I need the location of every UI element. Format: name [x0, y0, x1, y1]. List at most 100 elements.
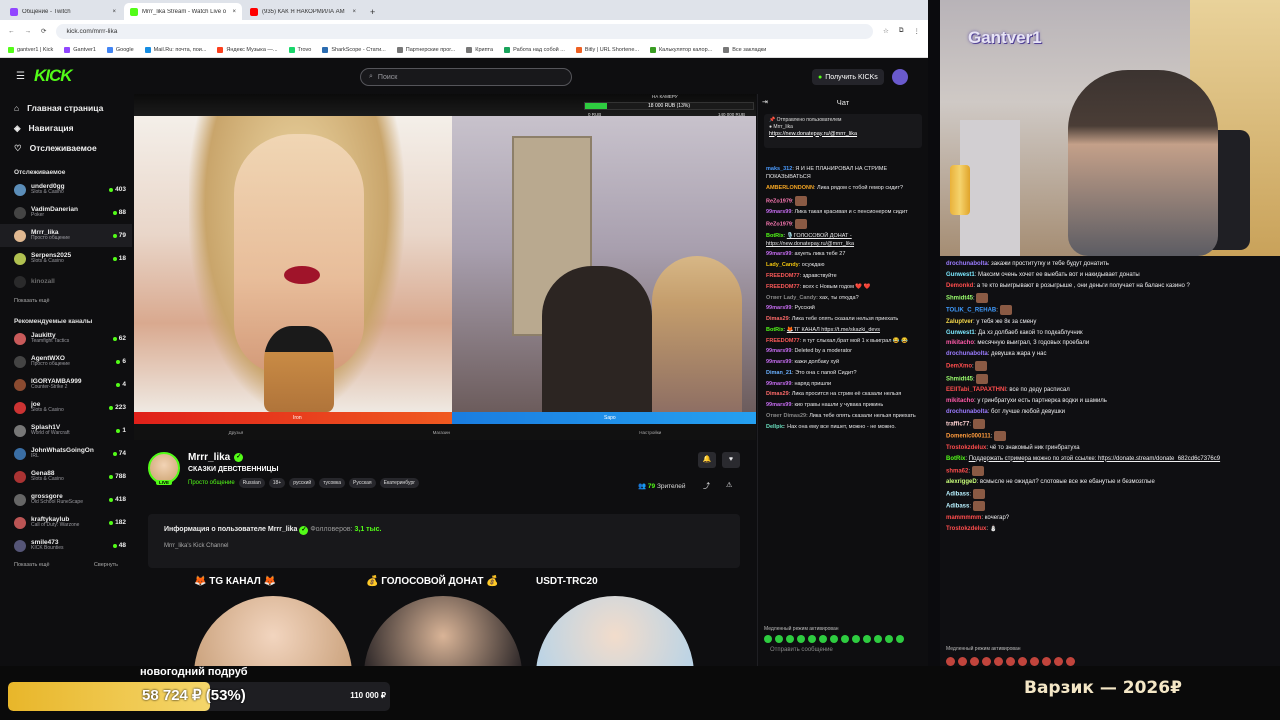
emote-icon[interactable]: [874, 635, 882, 643]
chat-input[interactable]: Отправить сообщение: [764, 647, 923, 657]
bell-icon[interactable]: 🔔: [698, 452, 716, 468]
sidebar-nav-item[interactable]: ♡ Отслеживаемое: [0, 138, 132, 158]
sidebar-nav-item[interactable]: ◈ Навигация: [0, 118, 132, 138]
bookmark-item[interactable]: Trovo: [288, 46, 311, 53]
emote-icon[interactable]: [786, 635, 794, 643]
stream-tag[interactable]: Екатеринбург: [379, 478, 420, 488]
bookmark-item[interactable]: Все закладки: [723, 46, 766, 53]
url-field[interactable]: kick.com/mrrr-lika: [56, 23, 874, 39]
browser-tab[interactable]: (935) КАК Я НАКОРМИЛА АМ ×: [244, 3, 362, 20]
bookmark-item[interactable]: Крипта: [466, 46, 493, 53]
twitch-username[interactable]: traffic77: [946, 421, 969, 427]
extensions-icon[interactable]: ⧉: [899, 27, 904, 35]
follow-heart-icon[interactable]: ♥: [722, 452, 740, 468]
twitch-username[interactable]: drochunabolta: [946, 351, 988, 357]
emote-icon[interactable]: [896, 635, 904, 643]
chat-username[interactable]: Ответ Lady_Candy: [766, 295, 816, 301]
hamburger-icon[interactable]: ☰: [16, 71, 25, 82]
chat-username[interactable]: ReZo1979: [766, 198, 792, 204]
bookmark-item[interactable]: SharkScope - Стати...: [322, 46, 386, 53]
chat-username[interactable]: Diman_21: [766, 370, 792, 376]
channel-item[interactable]: Mrrr_lika Просто общение 79: [0, 224, 132, 247]
twitch-username[interactable]: mikitacho: [946, 398, 974, 404]
twitch-username[interactable]: Adibass: [946, 504, 969, 510]
chat-username[interactable]: Dimas29: [766, 391, 789, 397]
new-tab-icon[interactable]: +: [370, 7, 375, 17]
streamer-name[interactable]: Mrrr_lika ✓: [188, 452, 244, 463]
chat-username[interactable]: Ответ Dimas29: [766, 413, 806, 419]
twitch-emote-icon[interactable]: [994, 657, 1003, 666]
star-icon[interactable]: ☆: [883, 27, 889, 35]
back-icon[interactable]: ←: [8, 28, 15, 35]
twitch-username[interactable]: BotRix: [946, 456, 965, 462]
get-kicks-button[interactable]: ● Получить KICKs: [812, 69, 884, 85]
chat-username[interactable]: 99mars99: [766, 209, 791, 215]
stream-tag[interactable]: тусовка: [319, 478, 346, 488]
channel-item[interactable]: JohnWhatsGoingOn IRL 74: [0, 442, 132, 465]
collapse-chat-icon[interactable]: ⇥: [762, 98, 768, 106]
twitch-username[interactable]: Trostokzdelux: [946, 526, 986, 532]
channel-item[interactable]: Serpens2025 Slots & Casino 18: [0, 247, 132, 270]
report-icon[interactable]: ⚠: [726, 481, 732, 489]
stream-tag[interactable]: Русская: [349, 478, 376, 488]
twitch-emote-icon[interactable]: [1018, 657, 1027, 666]
emote-icon[interactable]: [830, 635, 838, 643]
twitch-username[interactable]: shma62: [946, 468, 968, 474]
browser-tab[interactable]: Общение - Twitch ×: [4, 3, 122, 20]
twitch-emote-icon[interactable]: [946, 657, 955, 666]
twitch-username[interactable]: TOLIK_C_REHAB: [946, 308, 996, 314]
emote-icon[interactable]: [841, 635, 849, 643]
bookmark-item[interactable]: Яндекс Музыка —...: [217, 46, 278, 53]
stream-tag[interactable]: 18+: [268, 478, 286, 488]
twitch-username[interactable]: Shmidt45: [946, 376, 973, 382]
channel-item[interactable]: kraftykaylub Call of Duty: Warzone 182: [0, 511, 132, 534]
forward-icon[interactable]: →: [25, 28, 32, 35]
bookmark-item[interactable]: Mail.Ru: почта, пои...: [144, 46, 206, 53]
friends-button[interactable]: Друзья: [229, 430, 244, 435]
emote-icon[interactable]: [819, 635, 827, 643]
twitch-username[interactable]: Zaluptver: [946, 319, 973, 325]
twitch-username[interactable]: alexriggeD: [946, 479, 977, 485]
sidebar-nav-item[interactable]: ⌂ Главная страница: [0, 98, 132, 118]
twitch-username[interactable]: EEIITabi_TAPAXTHNI: [946, 387, 1006, 393]
chat-username[interactable]: maks_312: [766, 166, 792, 172]
twitch-emote-icon[interactable]: [1054, 657, 1063, 666]
panel-usdt-image[interactable]: [536, 596, 694, 666]
channel-item[interactable]: AgentWXO Просто общение 6: [0, 350, 132, 373]
twitch-emote-icon[interactable]: [1042, 657, 1051, 666]
chat-username[interactable]: Dellpic: [766, 424, 784, 430]
close-tab-icon[interactable]: ×: [232, 9, 236, 15]
channel-item[interactable]: Jaukitty Teamfight Tactics 62: [0, 327, 132, 350]
channel-item[interactable]: underd0gg Slots & Casino 403: [0, 178, 132, 201]
chat-username[interactable]: 99mars99: [766, 381, 791, 387]
twitch-username[interactable]: Domenic000111: [946, 434, 991, 440]
twitch-emote-icon[interactable]: [1006, 657, 1015, 666]
chat-username[interactable]: FREEDOM77: [766, 284, 800, 290]
bookmark-item[interactable]: Работа над собой ...: [504, 46, 565, 53]
emote-icon[interactable]: [764, 635, 772, 643]
twitch-username[interactable]: mammmmm: [946, 515, 981, 521]
twitch-username[interactable]: drochunabolta: [946, 261, 988, 267]
channel-item[interactable]: Splash1V World of Warcraft 1: [0, 419, 132, 442]
share-icon[interactable]: ⤴: [703, 481, 710, 491]
channel-item[interactable]: Gena88 Slots & Casino 788: [0, 465, 132, 488]
channel-item[interactable]: IGORYAMBA999 Counter-Strike 2 4: [0, 373, 132, 396]
kick-logo[interactable]: KICK: [34, 66, 73, 86]
bookmark-item[interactable]: Google: [106, 46, 134, 53]
user-avatar[interactable]: [892, 69, 908, 85]
twitch-username[interactable]: Trostokzdelux: [946, 445, 986, 451]
video-player[interactable]: НА КАМЕРУ 18 000 RUB (13%) 0 RUB 140 000…: [134, 94, 756, 440]
chat-username[interactable]: Lady_Candy: [766, 262, 799, 268]
twitch-emote-icon[interactable]: [958, 657, 967, 666]
reload-icon[interactable]: ⟳: [41, 27, 46, 35]
channel-item[interactable]: VadimDanerian Poker 88: [0, 201, 132, 224]
chat-username[interactable]: 99mars99: [766, 359, 791, 365]
channel-item[interactable]: joe Slots & Casino 223: [0, 396, 132, 419]
show-more-recommended[interactable]: Показать ещё Свернуть: [0, 557, 132, 573]
chat-username[interactable]: 99mars99: [766, 348, 791, 354]
twitch-username[interactable]: Adibass: [946, 491, 969, 497]
emote-icon[interactable]: [885, 635, 893, 643]
collapse-button[interactable]: Свернуть: [94, 562, 118, 568]
chat-username[interactable]: FREEDOM77: [766, 338, 800, 344]
chat-username[interactable]: 99mars99: [766, 402, 791, 408]
